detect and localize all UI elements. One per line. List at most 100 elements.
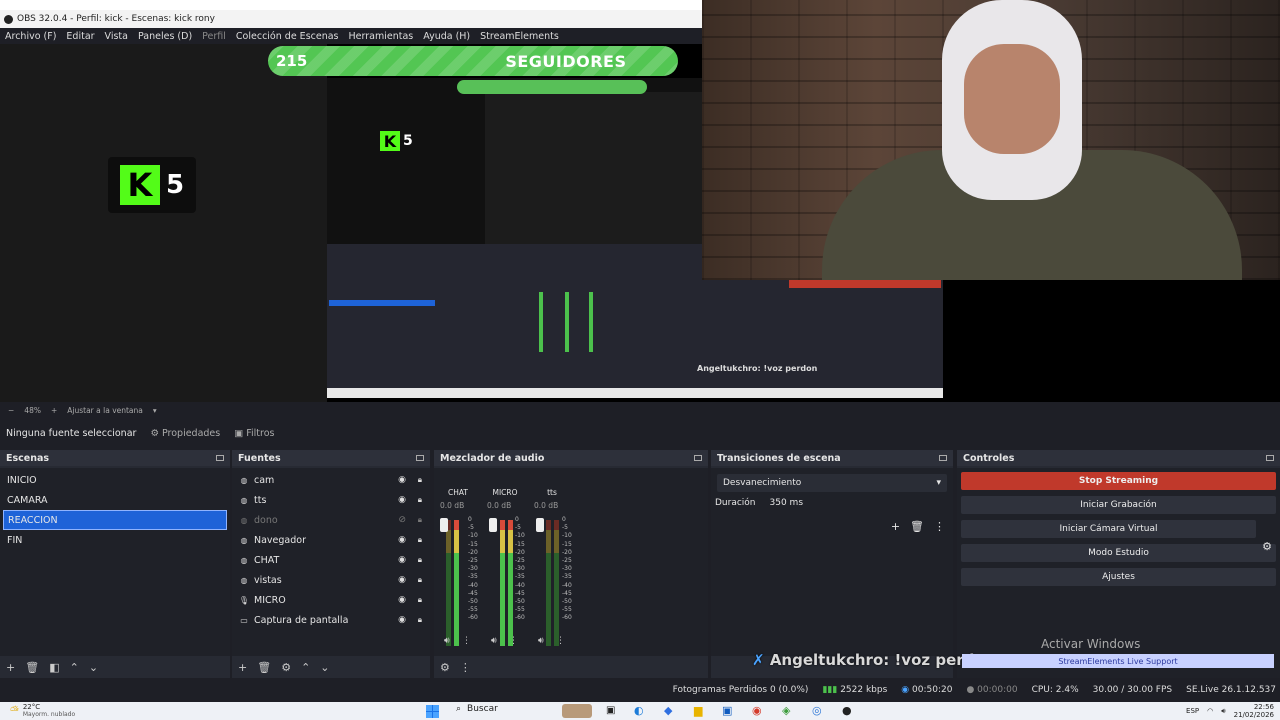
zoom-fit-label[interactable]: Ajustar a la ventana <box>67 406 143 415</box>
undock-icon[interactable] <box>216 455 224 461</box>
transition-select[interactable]: Desvanecimiento ▾ <box>717 474 947 492</box>
edge-icon[interactable]: ◐ <box>634 704 644 717</box>
fader-micro[interactable] <box>489 518 497 532</box>
undock-icon[interactable] <box>416 455 424 461</box>
scene-item-camara[interactable]: CAMARA <box>0 490 230 510</box>
move-down-icon[interactable]: ⌄ <box>89 661 98 674</box>
kebab-menu-icon[interactable]: ⋮ <box>460 661 471 674</box>
add-transition-icon[interactable]: + <box>891 520 900 533</box>
task-view-icon[interactable]: ▣ <box>606 705 615 716</box>
fader-tts[interactable] <box>536 518 544 532</box>
menu-archivo[interactable]: Archivo (F) <box>0 31 61 42</box>
store-icon[interactable]: ▣ <box>722 704 732 717</box>
preview-left-area <box>0 44 327 402</box>
move-up-icon[interactable]: ⌃ <box>70 661 79 674</box>
zoom-out-icon[interactable]: − <box>8 406 14 415</box>
wifi-icon[interactable]: ◠ <box>1207 707 1213 715</box>
virtual-camera-button[interactable]: Iniciar Cámara Virtual <box>961 520 1256 538</box>
followers-count: 215 <box>276 52 308 70</box>
remove-scene-icon[interactable]: 🗑 <box>25 661 39 674</box>
weather-widget[interactable]: ⛅︎ 22°C Mayorm. nublado <box>10 703 75 719</box>
remove-source-icon[interactable]: 🗑 <box>257 661 271 674</box>
undock-icon[interactable] <box>1266 455 1274 461</box>
obs-taskbar-icon[interactable]: ● <box>842 704 852 717</box>
eye-hidden-icon[interactable]: ⊘ <box>398 515 406 525</box>
zoom-in-icon[interactable]: + <box>51 406 57 415</box>
streamelements-support-button[interactable]: StreamElements Live Support <box>962 654 1274 668</box>
scene-filters-icon[interactable]: ◧ <box>49 661 59 674</box>
eye-icon[interactable]: ◉ <box>398 575 406 585</box>
menu-streamelements[interactable]: StreamElements <box>475 31 564 42</box>
eye-icon[interactable]: ◉ <box>398 495 406 505</box>
eye-icon[interactable]: ◉ <box>398 475 406 485</box>
studio-mode-button[interactable]: Modo Estudio <box>961 544 1276 562</box>
eye-icon[interactable]: ◉ <box>398 615 406 625</box>
undock-icon[interactable] <box>694 455 702 461</box>
speaker-icon[interactable]: 🔊︎ <box>538 636 544 646</box>
scene-item-reaccion[interactable]: REACCION <box>3 510 227 530</box>
windows-start-icon[interactable] <box>426 705 439 718</box>
start-recording-button[interactable]: Iniciar Grabación <box>961 496 1276 514</box>
taskbar-search[interactable]: ⌕ Buscar <box>456 704 498 714</box>
settings-button[interactable]: Ajustes <box>961 568 1276 586</box>
source-properties-icon[interactable]: ⚙ <box>281 661 291 674</box>
menu-perfil[interactable]: Perfil <box>197 31 231 42</box>
speaker-icon[interactable]: 🔊︎ <box>444 636 450 646</box>
menu-herramientas[interactable]: Herramientas <box>344 31 419 42</box>
properties-button[interactable]: ⚙ Propiedades <box>150 428 220 439</box>
eye-icon[interactable]: ◉ <box>398 535 406 545</box>
source-item-captura[interactable]: ▭ Captura de pantalla ◉ 🔒︎ <box>232 610 430 630</box>
source-item-chat[interactable]: ◍ CHAT ◉ 🔒︎ <box>232 550 430 570</box>
scene-item-inicio[interactable]: INICIO <box>0 470 230 490</box>
lock-icon[interactable]: 🔒︎ <box>418 475 422 485</box>
filters-button[interactable]: ▣ Filtros <box>234 428 274 439</box>
folder-icon[interactable]: ▆ <box>694 704 702 717</box>
fader-chat[interactable] <box>440 518 448 532</box>
scene-item-fin[interactable]: FIN <box>0 530 230 550</box>
move-up-icon[interactable]: ⌃ <box>301 661 310 674</box>
browser-icon[interactable]: ◎ <box>812 704 822 717</box>
source-item-vistas[interactable]: ◍ vistas ◉ 🔒︎ <box>232 570 430 590</box>
source-item-micro[interactable]: 🎙︎ MICRO ◉ 🔒︎ <box>232 590 430 610</box>
menu-paneles[interactable]: Paneles (D) <box>133 31 197 42</box>
taskbar-thumbnail[interactable] <box>562 704 592 718</box>
chrome-icon[interactable]: ◉ <box>752 704 762 717</box>
lock-icon[interactable]: 🔒︎ <box>418 535 422 545</box>
undock-icon[interactable] <box>939 455 947 461</box>
add-source-icon[interactable]: + <box>238 661 247 674</box>
eye-icon[interactable]: ◉ <box>398 595 406 605</box>
kebab-menu-icon[interactable]: ⋮ <box>462 636 471 646</box>
duration-input[interactable]: 350 ms <box>770 498 804 508</box>
lock-icon[interactable]: 🔒︎ <box>418 555 422 565</box>
gear-icon[interactable]: ⚙ <box>1262 540 1272 553</box>
language-indicator[interactable]: ESP <box>1186 707 1199 715</box>
chevron-down-icon[interactable]: ▾ <box>153 406 157 415</box>
move-down-icon[interactable]: ⌄ <box>320 661 329 674</box>
add-scene-icon[interactable]: + <box>6 661 15 674</box>
app-icon[interactable]: ◆ <box>664 704 672 717</box>
stop-streaming-button[interactable]: Stop Streaming <box>961 472 1276 490</box>
kebab-menu-icon[interactable]: ⋮ <box>556 636 565 646</box>
menu-ayuda[interactable]: Ayuda (H) <box>418 31 475 42</box>
kebab-menu-icon[interactable]: ⋮ <box>509 636 518 646</box>
source-item-cam[interactable]: ◍ cam ◉ 🔒︎ <box>232 470 430 490</box>
speaker-icon[interactable]: 🔊︎ <box>491 636 497 646</box>
menu-coleccion[interactable]: Colección de Escenas <box>231 31 344 42</box>
lock-icon[interactable]: 🔒︎ <box>418 575 422 585</box>
menu-editar[interactable]: Editar <box>61 31 99 42</box>
lock-icon[interactable]: 🔒︎ <box>418 495 422 505</box>
eye-icon[interactable]: ◉ <box>398 555 406 565</box>
volume-icon[interactable]: 🔊︎ <box>1221 707 1225 716</box>
lock-icon[interactable]: 🔒︎ <box>418 595 422 605</box>
game-icon[interactable]: ◈ <box>782 704 790 717</box>
source-item-tts[interactable]: ◍ tts ◉ 🔒︎ <box>232 490 430 510</box>
remove-transition-icon[interactable]: 🗑 <box>910 520 924 533</box>
lock-icon[interactable]: 🔒︎ <box>418 615 422 625</box>
lock-icon[interactable]: 🔒︎ <box>418 515 422 525</box>
kebab-menu-icon[interactable]: ⋮ <box>934 520 945 533</box>
mixer-settings-icon[interactable]: ⚙ <box>440 661 450 674</box>
source-item-dono[interactable]: ◍ dono ⊘ 🔒︎ <box>232 510 430 530</box>
clock[interactable]: 22:56 21/02/2026 <box>1234 703 1274 719</box>
menu-vista[interactable]: Vista <box>100 31 133 42</box>
source-item-navegador[interactable]: ◍ Navegador ◉ 🔒︎ <box>232 530 430 550</box>
